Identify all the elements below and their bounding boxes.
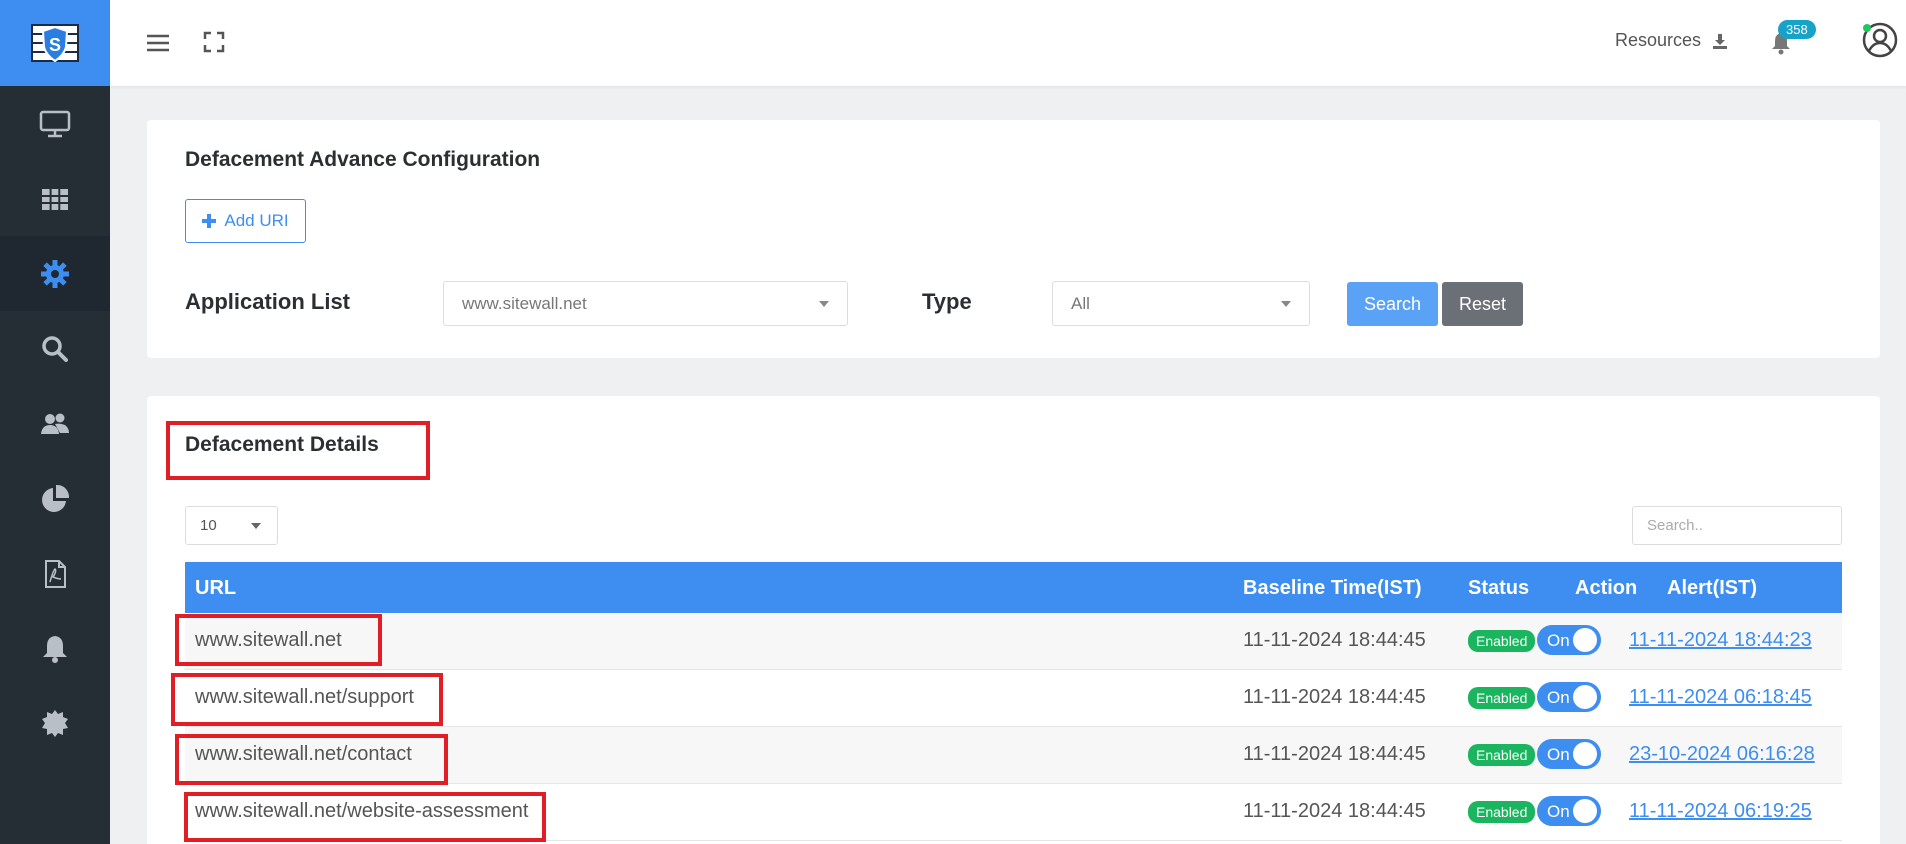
application-list-select[interactable]: www.sitewall.net [443,281,848,326]
table-row: www.sitewall.net/support 11-11-2024 18:4… [185,670,1842,727]
url-cell: www.sitewall.net [195,629,342,651]
alert-time-link[interactable]: 23-10-2024 06:16:28 [1629,743,1815,766]
action-toggle[interactable]: On [1537,682,1601,712]
resources-label: Resources [1615,30,1702,50]
sidebar-item-apps[interactable] [0,161,110,236]
action-toggle[interactable]: On [1537,625,1601,655]
chevron-down-icon [1281,301,1291,307]
advance-configuration-card: Defacement Advance Configuration Add URI… [147,120,1880,358]
sidebar-item-search[interactable] [0,311,110,386]
logo[interactable]: S [0,0,110,86]
column-header-alert[interactable]: Alert(IST) [1667,577,1757,600]
config-title: Defacement Advance Configuration [185,148,541,171]
svg-text:S: S [49,35,61,55]
users-icon [41,413,69,434]
toggle-label: On [1547,745,1570,764]
download-icon [1713,33,1728,49]
sidebar-item-dashboard[interactable] [0,86,110,161]
monitor-icon [39,110,71,137]
page-size-value: 10 [200,517,217,534]
table-row: www.sitewall.net/website-assessment 11-1… [185,784,1842,841]
sidebar-item-reports[interactable] [0,461,110,536]
baseline-time-cell: 11-11-2024 18:44:45 [1243,629,1426,651]
top-header: Resources 358 [110,0,1906,86]
reset-button[interactable]: Reset [1442,282,1523,326]
badge-icon [42,709,68,737]
sidebar-item-pdf[interactable] [0,536,110,611]
search-icon [42,335,68,362]
application-list-value: www.sitewall.net [462,293,587,313]
notification-count-badge: 358 [1778,20,1816,39]
chevron-down-icon [251,523,261,529]
column-header-status[interactable]: Status [1468,577,1529,600]
fullscreen-icon[interactable] [202,30,226,54]
add-uri-button[interactable]: Add URI [185,199,306,243]
baseline-time-cell: 11-11-2024 18:44:45 [1243,686,1426,708]
search-button[interactable]: Search [1347,282,1438,326]
page-size-select[interactable]: 10 [185,506,278,545]
toggle-knob [1573,742,1597,766]
alert-time-link[interactable]: 11-11-2024 18:44:23 [1629,629,1812,652]
details-title: Defacement Details [185,433,379,456]
table-row: www.sitewall.net/contact 11-11-2024 18:4… [185,727,1842,784]
url-cell: www.sitewall.net/support [195,686,414,708]
table-row: www.sitewall.net 11-11-2024 18:44:45 Ena… [185,613,1842,670]
chevron-down-icon [819,301,829,307]
status-badge: Enabled [1468,801,1536,823]
alert-time-link[interactable]: 11-11-2024 06:18:45 [1629,686,1812,709]
bell-icon [43,635,67,663]
sidebar-item-users[interactable] [0,386,110,461]
type-value: All [1071,293,1090,313]
status-badge: Enabled [1468,744,1536,766]
action-toggle[interactable]: On [1537,739,1601,769]
application-list-label: Application List [185,289,350,314]
status-badge: Enabled [1468,687,1536,709]
type-label: Type [922,289,972,314]
gear-icon [41,259,69,288]
toggle-knob [1573,628,1597,652]
toggle-label: On [1547,688,1570,707]
sidebar-item-certificates[interactable] [0,686,110,761]
sidebar-item-settings[interactable] [0,236,110,311]
column-header-action[interactable]: Action [1575,577,1637,600]
alert-time-link[interactable]: 11-11-2024 06:19:25 [1629,800,1812,823]
shield-logo-icon: S [31,24,79,63]
add-uri-label: Add URI [224,211,289,230]
url-cell: www.sitewall.net/website-assessment [195,800,529,822]
baseline-time-cell: 11-11-2024 18:44:45 [1243,743,1426,765]
resources-link[interactable]: Resources [1615,30,1729,51]
online-status-dot [1863,24,1871,32]
grid-icon [42,188,68,210]
hamburger-menu-icon[interactable] [145,30,171,56]
action-toggle[interactable]: On [1537,796,1601,826]
toggle-knob [1573,685,1597,709]
pdf-icon [45,559,66,588]
sidebar: S [0,0,110,844]
sidebar-item-alerts[interactable] [0,611,110,686]
toggle-knob [1573,799,1597,823]
pie-chart-icon [42,484,70,512]
table-header: URL Baseline Time(IST) Status Action Ale… [185,562,1842,613]
table-search-input[interactable] [1632,506,1842,545]
status-badge: Enabled [1468,630,1536,652]
defacement-details-card: Defacement Details 10 URL Baseline Time(… [147,396,1880,844]
column-header-url[interactable]: URL [195,577,236,600]
toggle-label: On [1547,631,1570,650]
toggle-label: On [1547,802,1570,821]
plus-icon [202,214,217,228]
url-cell: www.sitewall.net/contact [195,743,412,765]
column-header-baseline[interactable]: Baseline Time(IST) [1243,577,1422,600]
baseline-time-cell: 11-11-2024 18:44:45 [1243,800,1426,822]
type-select[interactable]: All [1052,281,1310,326]
